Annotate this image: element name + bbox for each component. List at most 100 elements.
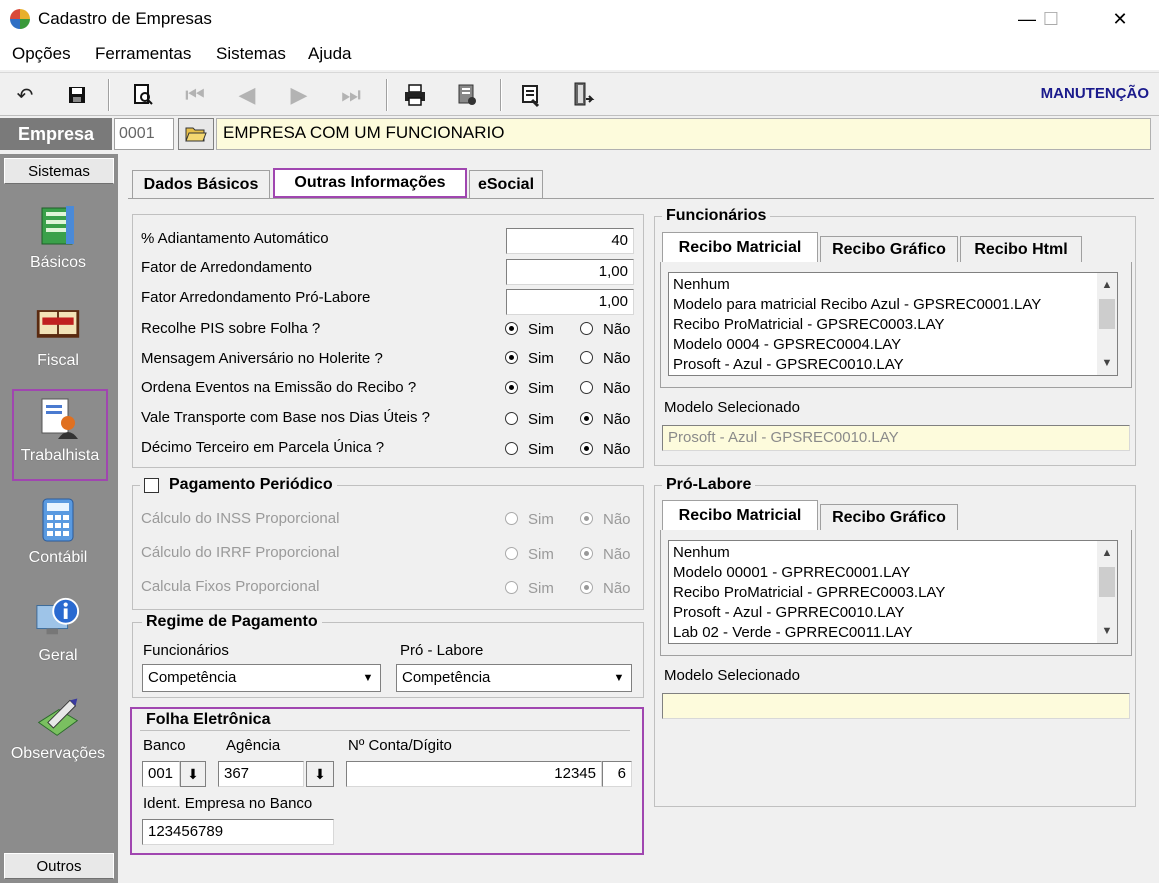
menu-sistemas[interactable]: Sistemas bbox=[216, 44, 286, 64]
ordena-nao-radio[interactable] bbox=[580, 381, 593, 394]
list-item[interactable]: Nenhum bbox=[669, 275, 1117, 295]
chevron-down-icon[interactable]: ▼ bbox=[357, 666, 379, 690]
last-record-icon[interactable]: ⏭ bbox=[334, 79, 368, 111]
func-modelo-selecionado-field[interactable]: Prosoft - Azul - GPSREC0010.LAY bbox=[662, 425, 1130, 451]
adiantamento-field[interactable]: 40 bbox=[506, 228, 634, 254]
open-folder-icon[interactable] bbox=[178, 118, 214, 150]
fator-field[interactable]: 1,00 bbox=[506, 259, 634, 285]
regime-funcionarios-select[interactable]: Competência ▼ bbox=[142, 664, 381, 692]
inss-sim-radio[interactable] bbox=[505, 512, 518, 525]
chevron-down-icon[interactable]: ▼ bbox=[608, 666, 630, 690]
scroll-down-icon[interactable]: ▼ bbox=[1097, 353, 1117, 373]
tab-esocial[interactable]: eSocial bbox=[469, 170, 543, 198]
question-pis-label: Recolhe PIS sobre Folha ? bbox=[141, 320, 321, 337]
scroll-thumb[interactable] bbox=[1099, 567, 1115, 597]
list-item[interactable]: Lab 02 - Verde - GPRREC0011.LAY bbox=[669, 623, 1117, 643]
sidebar-item-fiscal[interactable]: Fiscal bbox=[8, 296, 108, 380]
list-item[interactable]: Recibo ProMatricial - GPSREC0003.LAY bbox=[669, 315, 1117, 335]
scroll-thumb[interactable] bbox=[1099, 299, 1115, 329]
conta-label: Nº Conta/Dígito bbox=[348, 737, 452, 754]
tab-func-recibo-matricial[interactable]: Recibo Matricial bbox=[662, 232, 818, 262]
list-item[interactable]: Modelo para matricial Recibo Azul - GPSR… bbox=[669, 295, 1117, 315]
scroll-up-icon[interactable]: ▲ bbox=[1097, 275, 1117, 295]
sidebar-sistemas-button[interactable]: Sistemas bbox=[4, 158, 114, 184]
list-item[interactable]: Nenhum bbox=[669, 543, 1117, 563]
vale-sim-radio[interactable] bbox=[505, 412, 518, 425]
tab-dados-basicos[interactable]: Dados Básicos bbox=[132, 170, 270, 198]
banco-field[interactable]: 001 bbox=[142, 761, 180, 787]
prolabore-model-list[interactable]: Nenhum Modelo 00001 - GPRREC0001.LAY Rec… bbox=[668, 540, 1118, 644]
sidebar-item-label: Contábil bbox=[28, 549, 88, 566]
fixos-nao-radio[interactable] bbox=[580, 581, 593, 594]
tab-divider bbox=[128, 198, 1154, 199]
empresa-name-field[interactable]: EMPRESA COM UM FUNCIONARIO bbox=[216, 118, 1151, 150]
scroll-up-icon[interactable]: ▲ bbox=[1097, 543, 1117, 563]
sidebar-item-contabil[interactable]: Contábil bbox=[8, 493, 108, 577]
sidebar-item-observacoes[interactable]: Observações bbox=[8, 689, 108, 773]
list-item[interactable]: Modelo 00001 - GPRREC0001.LAY bbox=[669, 563, 1117, 583]
tab-pro-recibo-matricial[interactable]: Recibo Matricial bbox=[662, 500, 818, 530]
fixos-sim-radio[interactable] bbox=[505, 581, 518, 594]
close-button[interactable]: ✕ bbox=[1097, 0, 1143, 38]
aniversario-sim-radio[interactable] bbox=[505, 351, 518, 364]
pagamento-periodico-title: Pagamento Periódico bbox=[169, 476, 333, 493]
menu-ferramentas[interactable]: Ferramentas bbox=[95, 44, 191, 64]
pagamento-periodico-checkbox[interactable] bbox=[144, 477, 159, 493]
tab-pro-recibo-grafico[interactable]: Recibo Gráfico bbox=[820, 504, 958, 530]
pro-modelo-selecionado-field[interactable] bbox=[662, 693, 1130, 719]
funcionarios-model-list[interactable]: Nenhum Modelo para matricial Recibo Azul… bbox=[668, 272, 1118, 376]
sidebar-item-basicos[interactable]: Básicos bbox=[8, 198, 108, 282]
inss-nao-radio[interactable] bbox=[580, 512, 593, 525]
sidebar-item-trabalhista[interactable]: Trabalhista bbox=[12, 389, 108, 481]
menu-ajuda[interactable]: Ajuda bbox=[308, 44, 351, 64]
sidebar-item-label: Fiscal bbox=[37, 352, 79, 369]
print-preview-icon[interactable] bbox=[126, 79, 160, 111]
tab-outras-informacoes[interactable]: Outras Informações bbox=[273, 168, 467, 198]
aniversario-nao-label: Não bbox=[603, 350, 631, 367]
toolbar-separator bbox=[500, 79, 502, 111]
fator-pro-field[interactable]: 1,00 bbox=[506, 289, 634, 315]
printer-icon[interactable] bbox=[398, 79, 432, 111]
list-item[interactable]: Prosoft - Azul - GPRREC0010.LAY bbox=[669, 603, 1117, 623]
question-vale-label: Vale Transporte com Base nos Dias Úteis … bbox=[141, 409, 431, 426]
ident-field[interactable]: 123456789 bbox=[142, 819, 334, 845]
aniversario-nao-radio[interactable] bbox=[580, 351, 593, 364]
first-record-icon[interactable]: ⏮ bbox=[178, 79, 212, 111]
regime-pro-select[interactable]: Competência ▼ bbox=[396, 664, 632, 692]
scroll-down-icon[interactable]: ▼ bbox=[1097, 621, 1117, 641]
digito-field[interactable]: 6 bbox=[602, 761, 632, 787]
folha-title: Folha Eletrônica bbox=[142, 711, 275, 729]
scroll-document-icon[interactable] bbox=[514, 79, 548, 111]
empresa-code-field[interactable]: 0001 bbox=[114, 118, 174, 150]
agencia-lookup-icon[interactable]: ⬇ bbox=[306, 761, 334, 787]
pis-nao-radio[interactable] bbox=[580, 322, 593, 335]
sidebar-item-geral[interactable]: Geral bbox=[8, 591, 108, 675]
pis-sim-radio[interactable] bbox=[505, 322, 518, 335]
scrollbar[interactable]: ▲ ▼ bbox=[1097, 273, 1117, 375]
exit-door-icon[interactable] bbox=[566, 79, 600, 111]
save-icon[interactable] bbox=[60, 79, 94, 111]
conta-field[interactable]: 12345 bbox=[346, 761, 602, 787]
irrf-sim-radio[interactable] bbox=[505, 547, 518, 560]
report-icon[interactable] bbox=[450, 79, 484, 111]
vale-nao-radio[interactable] bbox=[580, 412, 593, 425]
scrollbar[interactable]: ▲ ▼ bbox=[1097, 541, 1117, 643]
banco-lookup-icon[interactable]: ⬇ bbox=[180, 761, 206, 787]
list-item[interactable]: Recibo ProMatricial - GPRREC0003.LAY bbox=[669, 583, 1117, 603]
decimo-sim-radio[interactable] bbox=[505, 442, 518, 455]
menu-opcoes[interactable]: Opções bbox=[12, 44, 71, 64]
undo-icon[interactable]: ↶ bbox=[8, 79, 42, 111]
tab-func-recibo-grafico[interactable]: Recibo Gráfico bbox=[820, 236, 958, 262]
next-record-icon[interactable]: ▶ bbox=[282, 79, 316, 111]
list-item[interactable]: Modelo 0004 - GPSREC0004.LAY bbox=[669, 335, 1117, 355]
tab-func-recibo-html[interactable]: Recibo Html bbox=[960, 236, 1082, 262]
ordena-sim-radio[interactable] bbox=[505, 381, 518, 394]
agencia-field[interactable]: 367 bbox=[218, 761, 304, 787]
decimo-nao-radio[interactable] bbox=[580, 442, 593, 455]
list-item[interactable]: Prosoft - Azul - GPSREC0010.LAY bbox=[669, 355, 1117, 375]
sidebar-outros-button[interactable]: Outros bbox=[4, 853, 114, 879]
maximize-button[interactable]: ☐ bbox=[1028, 0, 1074, 38]
irrf-nao-radio[interactable] bbox=[580, 547, 593, 560]
previous-record-icon[interactable]: ◀ bbox=[230, 79, 264, 111]
fixos-nao-label: Não bbox=[603, 580, 631, 597]
